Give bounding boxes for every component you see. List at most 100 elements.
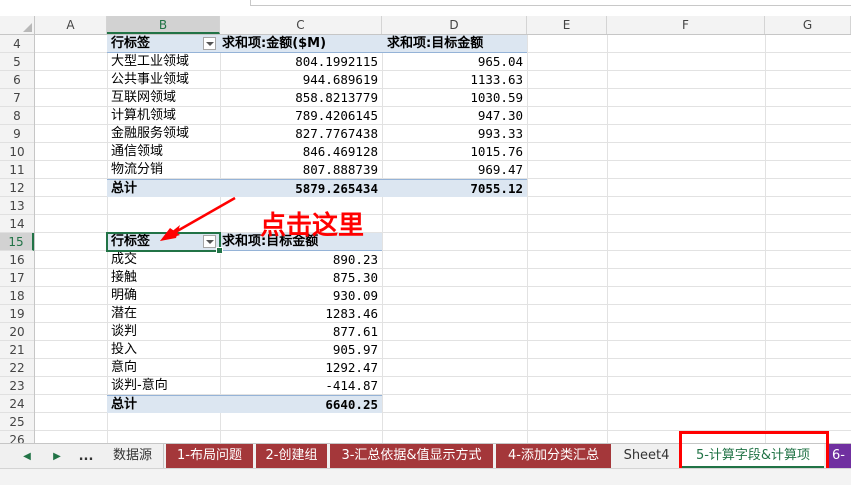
scroll-tabs-left-icon[interactable]: ◀ — [18, 448, 36, 466]
pivot-row[interactable]: 意向 1292.47 — [107, 359, 382, 377]
column-header-c[interactable]: C — [220, 16, 382, 34]
row-label: 公共事业领域 — [111, 72, 190, 87]
value-cell: 827.7767438 — [295, 126, 378, 141]
pivot-col-header: 求和项:目标金额 — [387, 36, 484, 51]
row-header[interactable]: 6 — [0, 71, 34, 89]
pivot-row[interactable]: 计算机领域 789.4206145 947.30 — [107, 107, 527, 125]
pivot-row[interactable]: 互联网领域 858.8213779 1030.59 — [107, 89, 527, 107]
row-header[interactable]: 20 — [0, 323, 34, 341]
value-cell: 930.09 — [332, 288, 378, 303]
formula-bar-edge — [0, 0, 851, 16]
row-header[interactable]: 21 — [0, 341, 34, 359]
row-labels-header: 行标签 — [111, 36, 151, 51]
row-header[interactable]: 4 — [0, 35, 34, 53]
value-cell: 890.23 — [332, 252, 378, 267]
pivot-row[interactable]: 明确 930.09 — [107, 287, 382, 305]
pivot-row[interactable]: 接触 875.30 — [107, 269, 382, 287]
pivot-header-row: 行标签 求和项:金额($M) 求和项:目标金额 — [107, 35, 527, 53]
row-header[interactable]: 5 — [0, 53, 34, 71]
value-cell: 1015.76 — [470, 144, 523, 159]
value-cell: 1030.59 — [470, 90, 523, 105]
row-header[interactable]: 23 — [0, 377, 34, 395]
value-cell: 846.469128 — [302, 144, 378, 159]
row-label: 物流分销 — [111, 162, 164, 177]
row-label: 谈判-意向 — [111, 378, 168, 393]
row-header[interactable]: 8 — [0, 107, 34, 125]
row-label: 金融服务领域 — [111, 126, 190, 141]
pivot-row[interactable]: 金融服务领域 827.7767438 993.33 — [107, 125, 527, 143]
row-header[interactable]: 10 — [0, 143, 34, 161]
value-cell: 1292.47 — [325, 360, 378, 375]
filter-dropdown-icon[interactable] — [203, 37, 216, 50]
column-header-a[interactable]: A — [35, 16, 107, 34]
row-header[interactable]: 12 — [0, 179, 34, 197]
pivot-row[interactable]: 谈判 877.61 — [107, 323, 382, 341]
status-bar — [0, 468, 851, 485]
tab-add-subtotal[interactable]: 4-添加分类汇总 — [496, 444, 612, 468]
row-header[interactable]: 16 — [0, 251, 34, 269]
row-header[interactable]: 14 — [0, 215, 34, 233]
pivot-row[interactable]: 成交 890.23 — [107, 251, 382, 269]
pivot-total-row[interactable]: 总计 6640.25 — [107, 395, 382, 413]
annotation-arrow-icon — [160, 196, 236, 241]
row-header[interactable]: 22 — [0, 359, 34, 377]
column-header-e[interactable]: E — [527, 16, 607, 34]
total-value: 7055.12 — [470, 181, 523, 196]
value-cell: 807.888739 — [302, 162, 378, 177]
row-label: 大型工业领域 — [111, 54, 190, 69]
row-label: 明确 — [111, 288, 138, 303]
tab-layout[interactable]: 1-布局问题 — [166, 444, 254, 468]
value-cell: 877.61 — [332, 324, 378, 339]
tab-sheet4[interactable]: Sheet4 — [614, 444, 680, 468]
annotation-text: 点击这里 — [260, 211, 365, 241]
pivot-row[interactable]: 谈判-意向 -414.87 — [107, 377, 382, 395]
value-cell: 789.4206145 — [295, 108, 378, 123]
row-label: 谈判 — [111, 324, 138, 339]
row-header[interactable]: 11 — [0, 161, 34, 179]
pivot-row[interactable]: 通信领域 846.469128 1015.76 — [107, 143, 527, 161]
value-cell: 944.689619 — [302, 72, 378, 87]
pivot-col-header: 求和项:金额($M) — [222, 36, 327, 51]
pivot-row[interactable]: 投入 905.97 — [107, 341, 382, 359]
column-header-f[interactable]: F — [607, 16, 765, 34]
pivot-row[interactable]: 公共事业领域 944.689619 1133.63 — [107, 71, 527, 89]
row-header[interactable]: 7 — [0, 89, 34, 107]
row-header[interactable]: 17 — [0, 269, 34, 287]
tab-data-source[interactable]: 数据源 — [102, 444, 164, 468]
value-cell: 1133.63 — [470, 72, 523, 87]
select-all-corner[interactable] — [0, 16, 35, 34]
row-label: 意向 — [111, 360, 138, 375]
row-label: 通信领域 — [111, 144, 164, 159]
column-header-d[interactable]: D — [382, 16, 527, 34]
more-tabs-button[interactable]: ... — [76, 448, 96, 466]
column-header-b[interactable]: B — [107, 16, 220, 34]
value-cell: 965.04 — [477, 54, 523, 69]
row-label: 互联网领域 — [111, 90, 177, 105]
pivot-row[interactable]: 潜在 1283.46 — [107, 305, 382, 323]
column-headers: A B C D E F G — [0, 16, 851, 35]
row-label: 投入 — [111, 342, 138, 357]
value-cell: 875.30 — [332, 270, 378, 285]
row-header[interactable]: 18 — [0, 287, 34, 305]
row-header[interactable]: 24 — [0, 395, 34, 413]
tab-create-group[interactable]: 2-创建组 — [256, 444, 328, 468]
tab-6[interactable]: 6- — [826, 444, 851, 468]
total-value: 6640.25 — [325, 397, 378, 412]
row-label: 接触 — [111, 270, 138, 285]
row-headers: 4 5 6 7 8 9 10 11 12 13 14 15 16 17 18 1… — [0, 35, 35, 449]
value-cell: 1283.46 — [325, 306, 378, 321]
value-cell: 993.33 — [477, 126, 523, 141]
value-cell: 905.97 — [332, 342, 378, 357]
tab-summary-basis[interactable]: 3-汇总依据&值显示方式 — [330, 444, 494, 468]
pivot-row[interactable]: 大型工业领域 804.1992115 965.04 — [107, 53, 527, 71]
row-header[interactable]: 19 — [0, 305, 34, 323]
value-cell: -414.87 — [325, 378, 378, 393]
scroll-tabs-right-icon[interactable]: ▶ — [48, 448, 66, 466]
row-header[interactable]: 25 — [0, 413, 34, 431]
column-header-g[interactable]: G — [765, 16, 851, 34]
row-header[interactable]: 13 — [0, 197, 34, 215]
value-cell: 804.1992115 — [295, 54, 378, 69]
pivot-row[interactable]: 物流分销 807.888739 969.47 — [107, 161, 527, 179]
row-header-selected[interactable]: 15 — [0, 233, 34, 251]
row-header[interactable]: 9 — [0, 125, 34, 143]
